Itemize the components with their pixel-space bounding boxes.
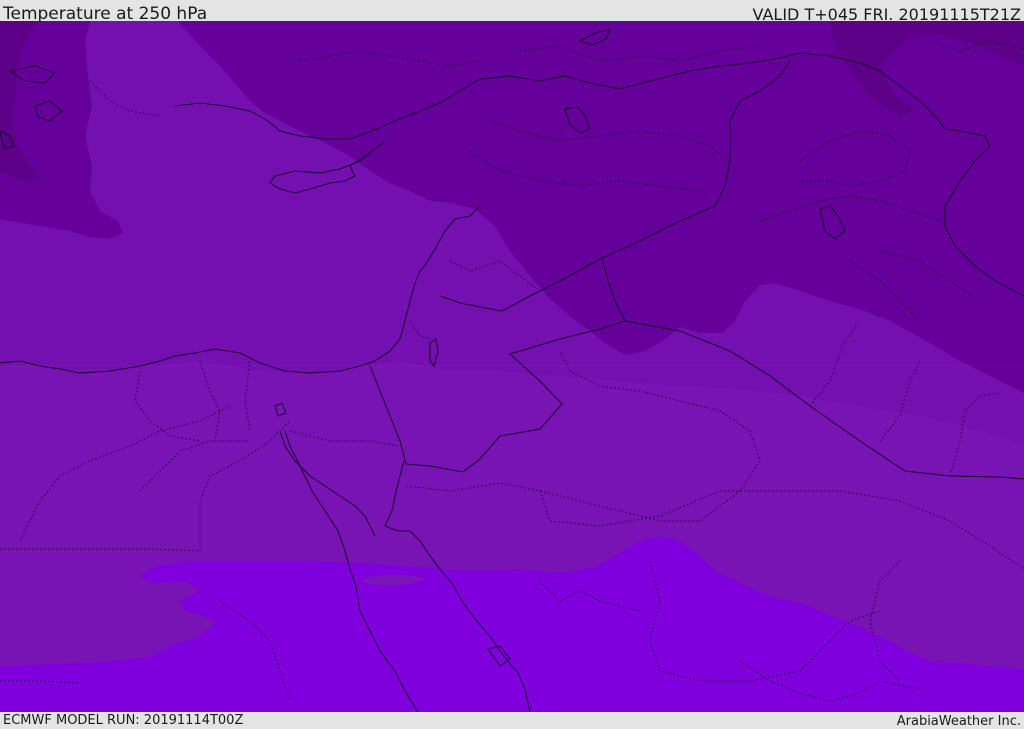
- temperature-map: [0, 21, 1024, 712]
- map-viewer: Temperature at 250 hPa VALID T+045 FRI. …: [0, 0, 1024, 729]
- credit-label: ArabiaWeather Inc.: [896, 714, 1021, 729]
- map-header: Temperature at 250 hPa VALID T+045 FRI. …: [0, 0, 1024, 24]
- model-run-label: ECMWF MODEL RUN: 20191114T00Z: [3, 713, 244, 728]
- map-footer: ECMWF MODEL RUN: 20191114T00Z ArabiaWeat…: [0, 712, 1024, 729]
